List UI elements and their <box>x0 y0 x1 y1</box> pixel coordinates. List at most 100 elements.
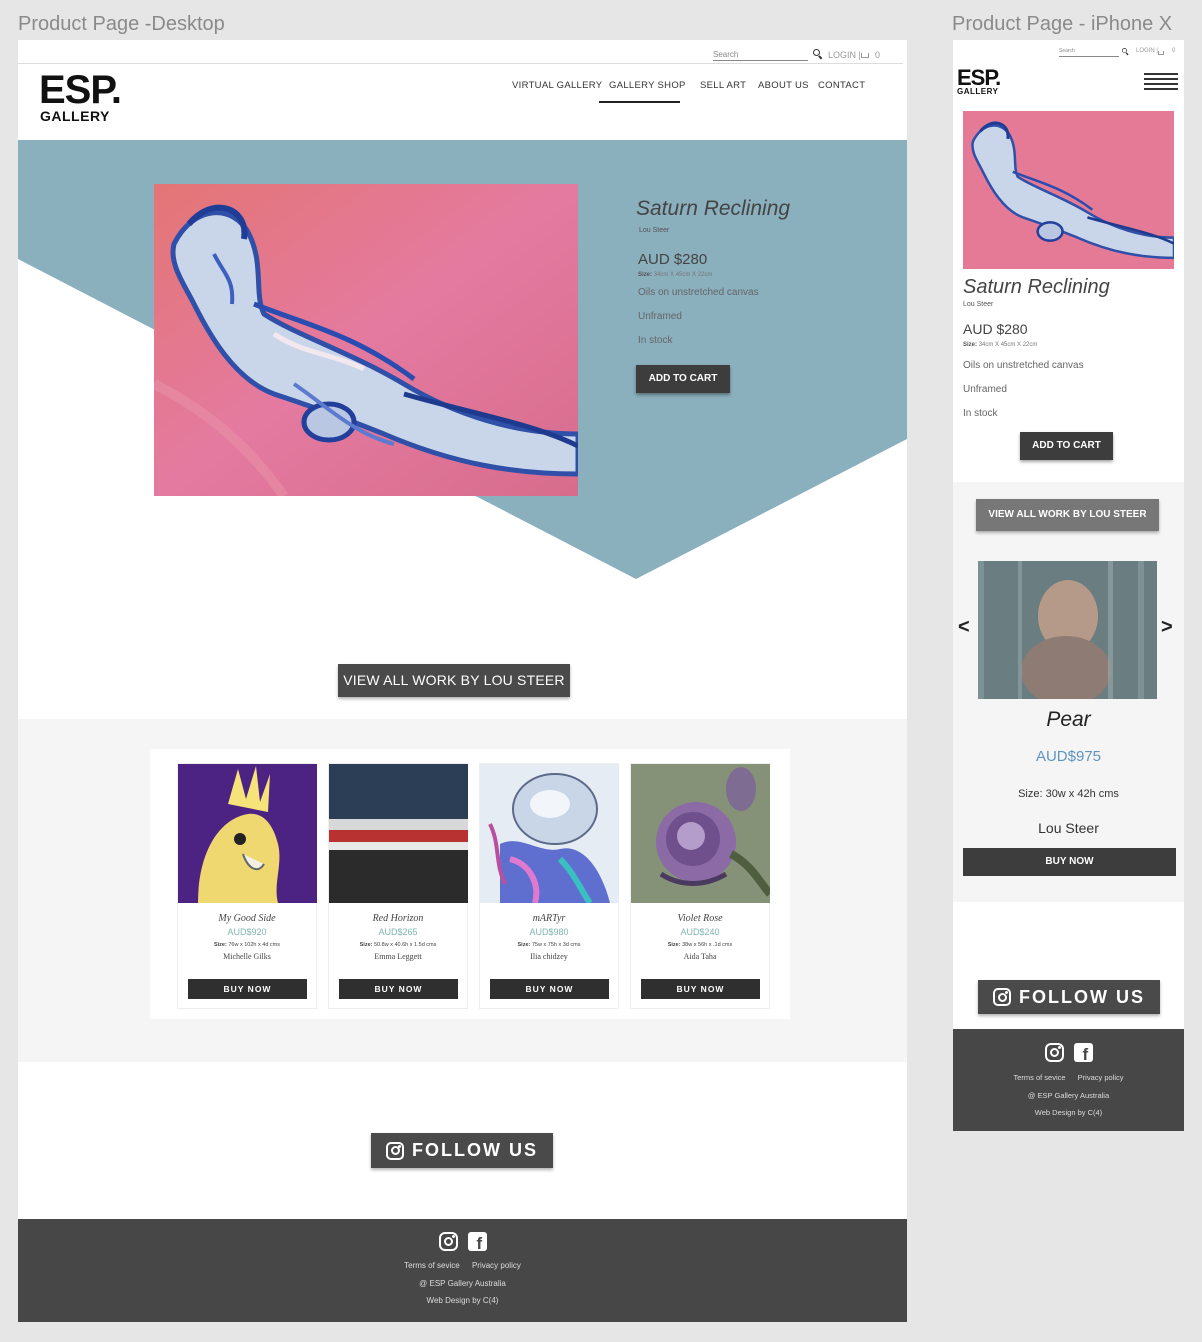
carousel-item-name[interactable]: Pear <box>953 708 1184 732</box>
mobile-login-link[interactable]: LOGIN | <box>1136 48 1158 54</box>
product-card-artist: Emma Leggett <box>374 952 422 961</box>
footer: f Terms of sevice Privacy policy @ ESP G… <box>18 1219 907 1322</box>
facebook-icon[interactable]: f <box>1073 1043 1093 1062</box>
follow-us-button[interactable]: FOLLOW US <box>371 1133 553 1168</box>
product-card-image[interactable] <box>329 764 468 903</box>
mobile-artboard-title: Product Page - iPhone X <box>952 13 1173 35</box>
menu-icon[interactable] <box>1144 73 1178 90</box>
product-image[interactable] <box>154 184 578 496</box>
mobile-product-image[interactable] <box>963 111 1174 269</box>
logo[interactable]: ESP. GALLERY <box>39 68 122 124</box>
product-card[interactable]: Violet Rose AUD$240 Size: 38w x 56h x .1… <box>630 763 770 1009</box>
mobile-follow-us-label: FOLLOW US <box>1019 986 1145 1007</box>
product-card-image[interactable] <box>480 764 619 903</box>
nav-gallery-shop[interactable]: GALLERY SHOP <box>609 80 686 91</box>
utility-bar-divider <box>18 63 903 64</box>
mobile-cart-count: 0 <box>1172 48 1176 54</box>
product-stock: In stock <box>638 335 673 346</box>
buy-now-button[interactable]: BUY NOW <box>490 979 609 999</box>
product-card-image[interactable] <box>631 764 770 903</box>
related-works-carousel: My Good Side AUD$920 Size: 76w x 102h x … <box>150 749 790 1019</box>
cart-icon[interactable] <box>861 53 869 58</box>
carousel-item-artist: Lou Steer <box>1038 820 1099 836</box>
privacy-link[interactable]: Privacy policy <box>472 1261 521 1270</box>
terms-link[interactable]: Terms of sevice <box>1013 1073 1065 1082</box>
related-works-section: My Good Side AUD$920 Size: 76w x 102h x … <box>18 719 907 1062</box>
product-card-image[interactable] <box>178 764 317 903</box>
product-card-artist: Aida Taha <box>683 952 717 961</box>
privacy-link[interactable]: Privacy policy <box>1078 1073 1124 1082</box>
product-card-size: Size: 75w x 75h x 3d cms <box>517 942 581 948</box>
logo-subtitle: GALLERY <box>40 108 110 124</box>
mobile-footer-links: Terms of sevice Privacy policy <box>953 1073 1184 1082</box>
mobile-page: Search LOGIN | 0 ESP. GALLERY Saturn Rec… <box>953 40 1184 1131</box>
footer-credit[interactable]: Web Design by C(4) <box>18 1296 907 1305</box>
product-card-name[interactable]: Violet Rose <box>631 913 769 924</box>
mobile-add-to-cart-button[interactable]: ADD TO CART <box>1020 432 1113 460</box>
product-card[interactable]: Red Horizon AUD$265 Size: 50.8w x 40.6h … <box>328 763 468 1009</box>
buy-now-button[interactable]: BUY NOW <box>188 979 307 999</box>
search-placeholder: Search <box>713 50 739 59</box>
desktop-artboard-title: Product Page -Desktop <box>18 13 225 35</box>
carousel-buy-now-button[interactable]: BUY NOW <box>963 848 1176 876</box>
mobile-footer-copyright: @ ESP Gallery Australia <box>1027 1091 1110 1100</box>
logo-mark: ESP. <box>39 68 122 112</box>
mobile-follow-us-button[interactable]: FOLLOW US <box>978 980 1160 1014</box>
nav-virtual-gallery[interactable]: VIRTUAL GALLERY <box>512 80 602 91</box>
login-link[interactable]: LOGIN | <box>828 50 861 60</box>
carousel-image[interactable] <box>978 561 1157 699</box>
mobile-search-placeholder: Search <box>1059 48 1075 54</box>
product-card-artist: Michelle Gilks <box>223 952 271 961</box>
logo-mark: ESP. <box>957 65 1001 90</box>
mobile-footer-credit[interactable]: Web Design by C(4) <box>953 1108 1184 1117</box>
instagram-icon <box>993 988 1011 1006</box>
desktop-page: Search LOGIN | 0 ESP. GALLERY VIRTUAL GA… <box>18 40 907 1322</box>
product-price: AUD $280 <box>638 251 708 268</box>
cart-icon[interactable] <box>1158 51 1164 55</box>
mobile-product-artist[interactable]: Lou Steer <box>963 301 993 308</box>
mobile-view-all-button[interactable]: VIEW ALL WORK BY LOU STEER <box>976 499 1159 531</box>
search-input[interactable]: Search <box>713 46 808 61</box>
product-card[interactable]: My Good Side AUD$920 Size: 76w x 102h x … <box>177 763 317 1009</box>
size-value: 34cm X 45cm X 22cm <box>653 272 713 278</box>
search-icon[interactable] <box>813 49 823 60</box>
mobile-product-framing: Unframed <box>963 384 1007 395</box>
carousel-next-button[interactable]: > <box>1161 616 1173 639</box>
add-to-cart-button[interactable]: ADD TO CART <box>636 365 730 393</box>
carousel-item-price: AUD$975 <box>1035 748 1102 765</box>
nav-about-us[interactable]: ABOUT US <box>758 80 809 91</box>
instagram-icon[interactable] <box>1044 1043 1064 1062</box>
nav-contact[interactable]: CONTACT <box>818 80 865 91</box>
buy-now-button[interactable]: BUY NOW <box>641 979 760 999</box>
product-card-price: AUD$240 <box>680 927 720 937</box>
mobile-product-stock: In stock <box>963 408 998 419</box>
size-label: Size: <box>638 272 653 278</box>
mobile-product-title: Saturn Reclining <box>963 276 1110 298</box>
nav-sell-art[interactable]: SELL ART <box>700 80 746 91</box>
product-card-name[interactable]: Red Horizon <box>329 913 467 924</box>
product-size: Size: 34cm X 45cm X 22cm <box>638 272 712 278</box>
mobile-product-price: AUD $280 <box>963 321 1028 337</box>
product-card-price: AUD$265 <box>378 927 418 937</box>
carousel-prev-button[interactable]: < <box>958 616 970 639</box>
product-card-size: Size: 76w x 102h x 4d cms <box>213 942 281 948</box>
product-card-artist: Ilia chidzey <box>530 952 568 961</box>
instagram-icon <box>386 1141 404 1160</box>
product-card[interactable]: mARTyr AUD$980 Size: 75w x 75h x 3d cms … <box>479 763 619 1009</box>
product-card-size: Size: 38w x 56h x .1d cms <box>667 942 733 948</box>
carousel-item-size: Size: 30w x 42h cms <box>1018 788 1119 800</box>
product-card-price: AUD$980 <box>529 927 569 937</box>
view-all-work-button[interactable]: VIEW ALL WORK BY LOU STEER <box>338 664 570 697</box>
instagram-icon[interactable] <box>438 1232 458 1251</box>
mobile-search-input[interactable]: Search <box>1059 48 1119 57</box>
facebook-icon[interactable]: f <box>467 1232 487 1251</box>
footer-links: Terms of sevice Privacy policy <box>18 1261 907 1270</box>
terms-link[interactable]: Terms of sevice <box>404 1261 460 1270</box>
product-card-name[interactable]: mARTyr <box>480 913 618 924</box>
mobile-related-section: VIEW ALL WORK BY LOU STEER < > Pear AUD$… <box>953 482 1184 902</box>
mobile-logo[interactable]: ESP. GALLERY <box>957 65 1001 96</box>
product-artist[interactable]: Lou Steer <box>639 227 669 234</box>
buy-now-button[interactable]: BUY NOW <box>339 979 458 999</box>
search-icon[interactable] <box>1122 48 1129 56</box>
product-card-name[interactable]: My Good Side <box>178 913 316 924</box>
